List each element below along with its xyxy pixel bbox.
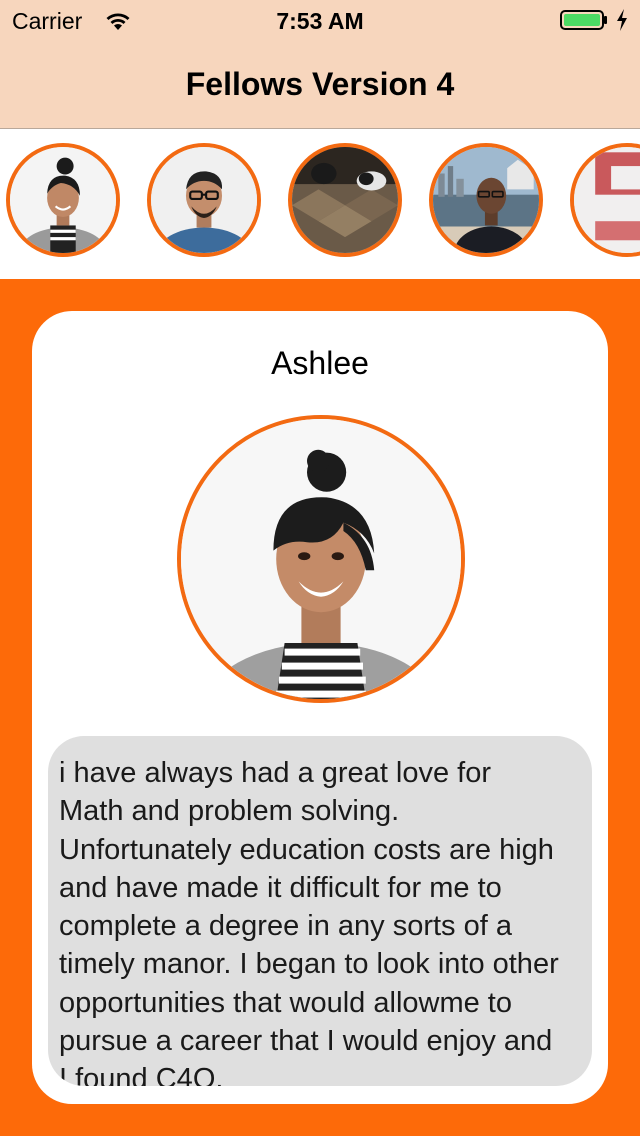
fellow-thumb-5[interactable] xyxy=(570,143,640,257)
portrait-photo-ashlee-large xyxy=(181,419,461,699)
fellow-bio-textview[interactable]: i have always had a great love for Math … xyxy=(48,736,592,1086)
photo-floor-cat xyxy=(292,147,398,253)
fellow-thumb-2[interactable] xyxy=(147,143,261,257)
fellow-photo xyxy=(177,415,465,703)
abstract-photo xyxy=(574,147,640,253)
fellow-name: Ashlee xyxy=(271,345,369,381)
portrait-photo-man-city xyxy=(433,147,539,253)
status-time: 7:53 AM xyxy=(276,8,364,34)
fellow-thumb-4[interactable] xyxy=(429,143,543,257)
fellows-collection[interactable] xyxy=(0,129,640,279)
top-bar: Carrier 7:53 AM Fellows Version 4 xyxy=(0,0,640,129)
fellow-detail-card: Ashlee i have always had a great love fo… xyxy=(32,311,608,1104)
fellow-bio-text: i have always had a great love for Math … xyxy=(59,757,559,1086)
charging-bolt-icon xyxy=(617,9,627,31)
battery-icon xyxy=(560,10,607,30)
nav-title: Fellows Version 4 xyxy=(185,66,455,102)
fellow-thumb-1[interactable] xyxy=(6,143,120,257)
status-bar: Carrier 7:53 AM xyxy=(0,0,640,40)
portrait-photo-ashlee xyxy=(10,147,116,253)
portrait-photo-man-glasses xyxy=(151,147,257,253)
fellow-thumb-3[interactable] xyxy=(288,143,402,257)
